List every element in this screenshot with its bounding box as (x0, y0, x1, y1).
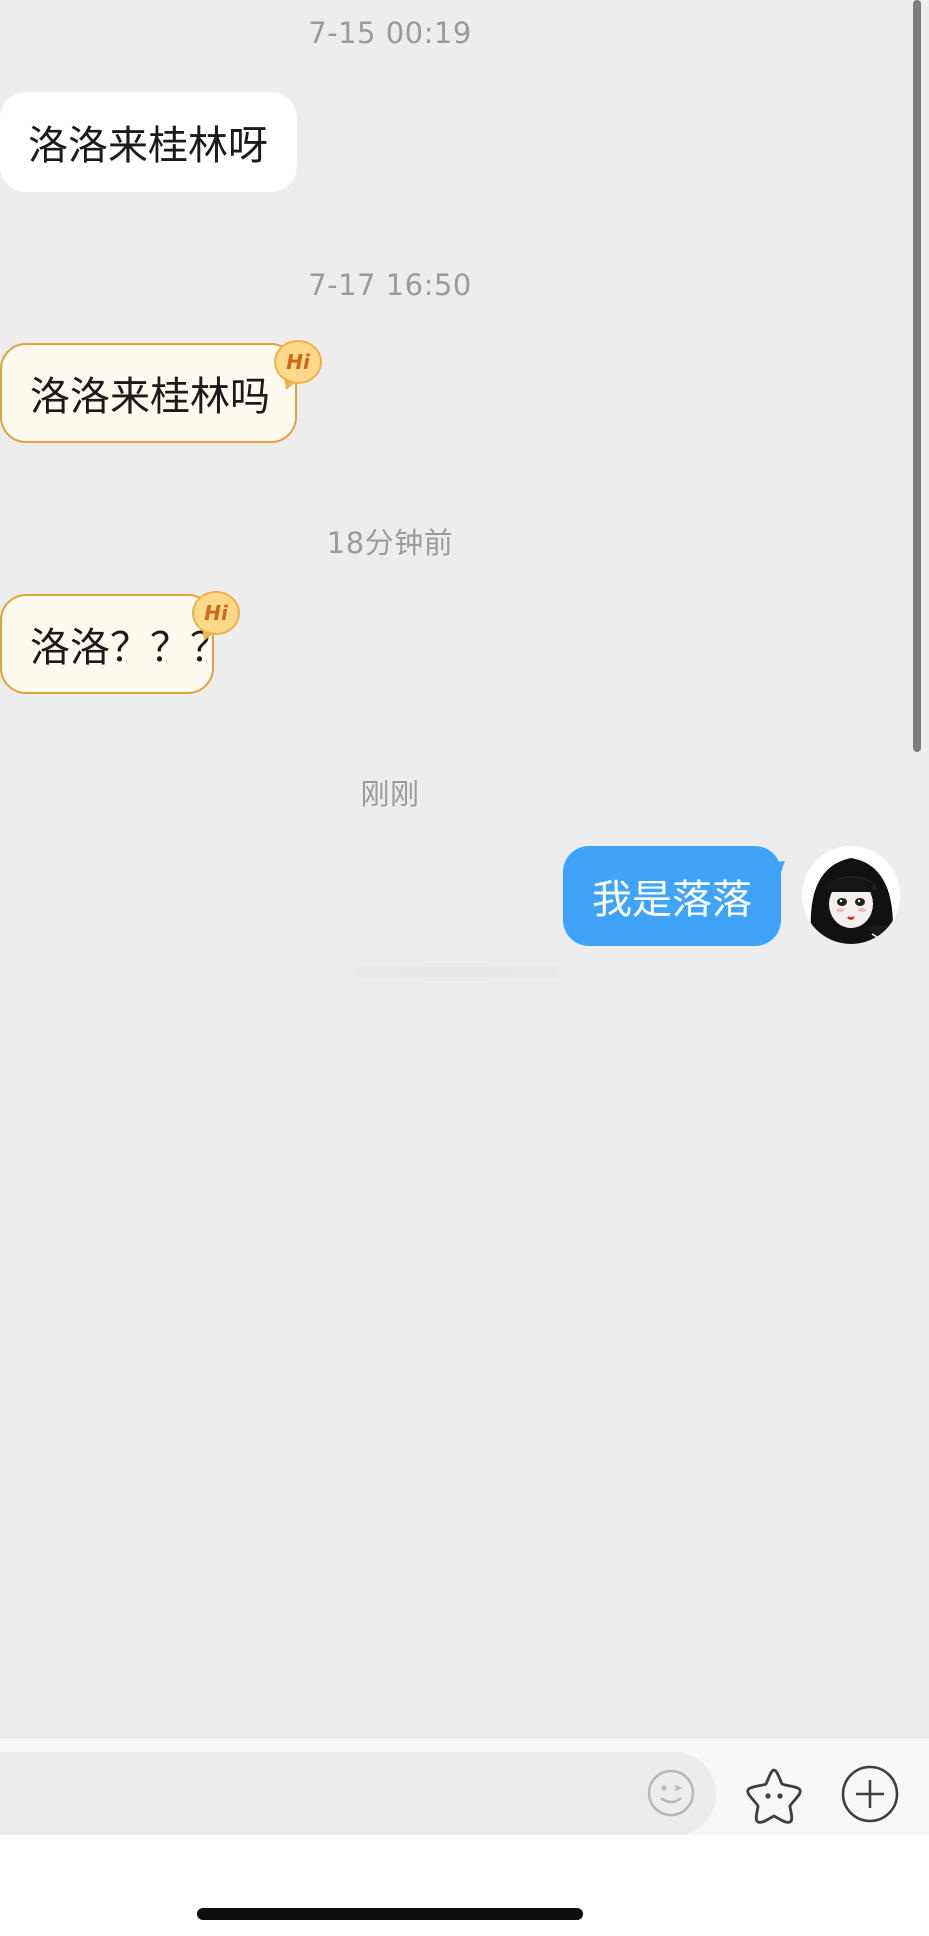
hi-badge-icon: Hi (192, 591, 240, 635)
message-bubble-self[interactable]: 我是落落 (563, 846, 781, 946)
timestamp: 18分钟前 (326, 526, 454, 560)
message-bubble[interactable]: 洛洛？？？ (0, 594, 230, 694)
input-bar (0, 1737, 929, 1836)
scrollbar[interactable] (913, 0, 921, 752)
message-text: 洛洛来桂林呀 (28, 123, 268, 169)
home-indicator[interactable] (197, 1908, 583, 1920)
star-icon[interactable] (742, 1764, 806, 1828)
bottom-safe-area (0, 1835, 929, 1936)
avatar[interactable] (802, 846, 900, 944)
message-text: 洛洛来桂林吗 (30, 374, 270, 420)
timestamp: 7-17 16:50 (308, 268, 472, 302)
message-input[interactable] (0, 1752, 716, 1836)
hi-badge-icon: Hi (274, 340, 322, 384)
avatar-illustration-icon (802, 846, 900, 944)
message-bubble[interactable]: 洛洛来桂林呀 (0, 92, 297, 192)
emoji-icon[interactable] (646, 1768, 696, 1818)
message-bubble[interactable]: 洛洛来桂林吗 (0, 343, 297, 443)
plus-icon[interactable] (840, 1764, 900, 1824)
message-text: 我是落落 (592, 877, 752, 923)
faint-divider (355, 967, 560, 977)
chat-area[interactable]: 7-15 00:19 洛洛来桂林呀 7-17 16:50 洛洛来桂林吗 Hi 1… (0, 0, 929, 1737)
timestamp: 7-15 00:19 (308, 16, 472, 50)
timestamp: 刚刚 (360, 777, 420, 811)
